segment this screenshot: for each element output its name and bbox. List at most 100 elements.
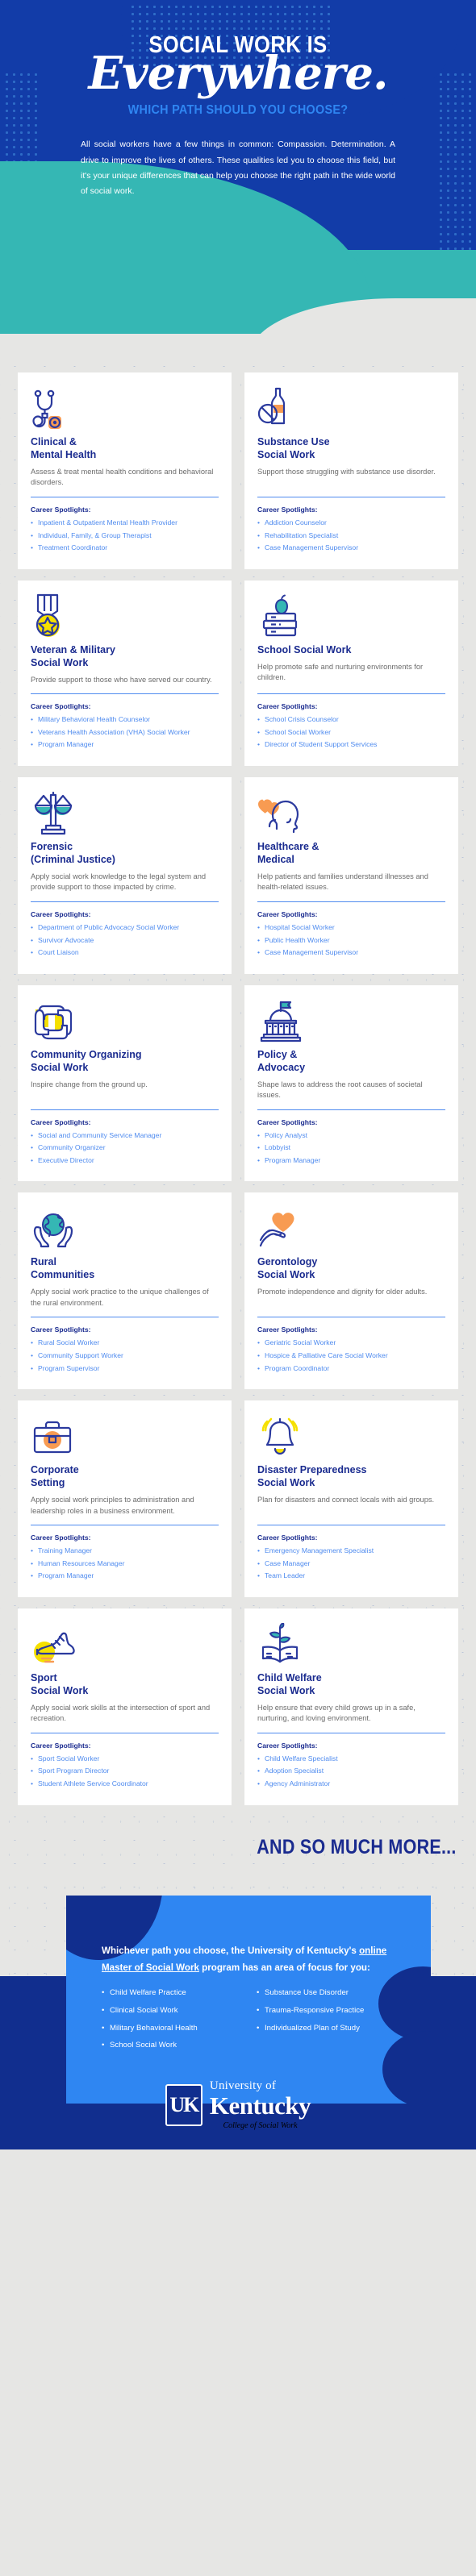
career-spotlight-item: Program Manager	[31, 740, 219, 750]
career-card-divider	[257, 693, 445, 695]
career-spotlight-item: School Crisis Counselor	[257, 715, 445, 725]
cta-focus-item: Individualized Plan of Study	[257, 2024, 403, 2033]
career-card-title: Veteran & Military Social Work	[31, 643, 115, 668]
career-card[interactable]: Gerontology Social Work Promote independe…	[244, 1192, 458, 1390]
career-card-title: Substance Use Social Work	[257, 436, 330, 460]
career-card[interactable]: Forensic (Criminal Justice) Apply social …	[18, 776, 232, 974]
uk-monogram-icon: UK	[165, 2083, 203, 2126]
career-card-description: Inspire change from the ground up.	[31, 1080, 148, 1088]
cta-focus-item: Clinical Social Work	[102, 2006, 248, 2016]
career-card-divider	[257, 901, 445, 902]
career-card-description: Plan for disasters and connect locals wi…	[257, 1496, 435, 1504]
cta-focus-item: Substance Use Disorder	[257, 1989, 403, 1998]
hero-content: SOCIAL WORK IS Everywhere. WHICH PATH SH…	[0, 0, 476, 200]
career-card-grid: Clinical & Mental Health Assess & treat m…	[18, 372, 458, 1805]
career-card-title: School Social Work	[257, 643, 352, 655]
career-card-description: Shape laws to address the root causes of…	[257, 1080, 423, 1100]
career-card[interactable]: Corporate Setting Apply social work princ…	[18, 1400, 232, 1597]
cta-focus-item: Trauma-Responsive Practice	[257, 2006, 403, 2016]
interlocking-hands-icon	[31, 998, 219, 1043]
career-spotlight-item: Emergency Management Specialist	[257, 1546, 445, 1556]
career-card-title: Gerontology Social Work	[257, 1256, 318, 1281]
career-spotlight-item: Team Leader	[257, 1571, 445, 1581]
career-card[interactable]: Sport Social Work Apply social work skill…	[18, 1608, 232, 1805]
career-spotlights-list: School Crisis Counselor School Social Wor…	[257, 715, 445, 753]
career-card[interactable]: Policy & Advocacy Shape laws to address t…	[244, 984, 458, 1182]
cta-headline-after: program has an area of focus for you:	[198, 1962, 370, 1973]
career-spotlights-label: Career Spotlights:	[31, 702, 91, 711]
career-card-description: Help promote safe and nurturing environm…	[257, 662, 424, 682]
and-so-much-more-band: AND SO MUCH MORE...	[0, 1805, 476, 1891]
career-spotlight-item: Department of Public Advocacy Social Wor…	[31, 923, 219, 933]
career-spotlights-label: Career Spotlights:	[257, 1325, 318, 1334]
career-card[interactable]: Substance Use Social Work Support those s…	[244, 372, 458, 569]
career-card[interactable]: Child Welfare Social Work Help ensure tha…	[244, 1608, 458, 1805]
career-spotlight-item: Hospice & Palliative Care Social Worker	[257, 1351, 445, 1361]
career-card-divider	[31, 901, 219, 902]
hand-holding-heart-icon	[257, 1205, 445, 1251]
career-spotlight-item: Adoption Specialist	[257, 1767, 445, 1776]
career-card[interactable]: Clinical & Mental Health Assess & treat m…	[18, 372, 232, 569]
career-card-description: Promote independence and dignity for old…	[257, 1288, 428, 1296]
career-card-description: Provide support to those who have served…	[31, 675, 212, 684]
career-spotlights-label: Career Spotlights:	[31, 1741, 91, 1750]
career-spotlight-item: Case Management Supervisor	[257, 948, 445, 958]
career-card[interactable]: School Social Work Help promote safe and …	[244, 580, 458, 766]
career-card-title: Child Welfare Social Work	[257, 1671, 322, 1696]
career-card[interactable]: Healthcare & Medical Help patients and fa…	[244, 776, 458, 974]
career-card-title: Policy & Advocacy	[257, 1048, 306, 1073]
cta-focus-areas: Child Welfare Practice Clinical Social Wo…	[102, 1989, 403, 2058]
career-card-title: Sport Social Work	[31, 1671, 89, 1696]
cta-focus-item: Child Welfare Practice	[102, 1989, 248, 1998]
career-paths-section: Clinical & Mental Health Assess & treat m…	[0, 355, 476, 1805]
military-medal-icon	[31, 593, 219, 639]
career-spotlights-label: Career Spotlights:	[257, 702, 318, 711]
career-card[interactable]: Veteran & Military Social Work Provide su…	[18, 580, 232, 766]
cta-focus-item: Military Behavioral Health	[102, 2024, 248, 2033]
capitol-building-icon	[257, 998, 445, 1043]
career-card-description: Apply social work skills at the intersec…	[31, 1703, 211, 1723]
career-spotlights-list: Addiction Counselor Rehabilitation Specia…	[257, 518, 445, 556]
career-spotlight-item: Sport Social Worker	[31, 1754, 219, 1764]
career-spotlights-list: Rural Social Worker Community Support Wor…	[31, 1338, 219, 1376]
career-spotlight-item: Lobbyist	[257, 1143, 445, 1153]
career-spotlight-item: Individual, Family, & Group Therapist	[31, 531, 219, 541]
career-spotlights-list: Department of Public Advocacy Social Wor…	[31, 923, 219, 961]
career-spotlights-list: Geriatric Social Worker Hospice & Palliat…	[257, 1338, 445, 1376]
career-spotlight-item: Rehabilitation Specialist	[257, 531, 445, 541]
career-card-title: Rural Communities	[31, 1256, 95, 1281]
career-spotlight-item: Public Health Worker	[257, 936, 445, 946]
head-heart-icon	[257, 790, 445, 835]
career-card-description: Help ensure that every child grows up in…	[257, 1703, 415, 1723]
hero-headline-line1: SOCIAL WORK IS	[148, 32, 328, 58]
cta-focus-column-right: Substance Use Disorder Trauma-Responsive …	[257, 1989, 403, 2058]
career-card-description: Assess & treat mental health conditions …	[31, 468, 214, 487]
career-spotlight-item: Sport Program Director	[31, 1767, 219, 1776]
career-card-divider	[31, 1109, 219, 1110]
career-spotlight-item: Rural Social Worker	[31, 1338, 219, 1348]
career-spotlights-label: Career Spotlights:	[31, 1117, 91, 1126]
career-spotlight-item: Executive Director	[31, 1156, 219, 1166]
career-spotlights-list: Military Behavioral Health Counselor Vete…	[31, 715, 219, 753]
career-card-description: Apply social work principles to administ…	[31, 1496, 194, 1515]
career-spotlight-item: Program Coordinator	[257, 1364, 445, 1374]
career-spotlight-item: Director of Student Support Services	[257, 740, 445, 750]
cta-focus-item: School Social Work	[102, 2041, 248, 2050]
career-spotlights-label: Career Spotlights:	[257, 505, 318, 514]
career-card[interactable]: Community Organizing Social Work Inspire …	[18, 984, 232, 1182]
career-spotlights-label: Career Spotlights:	[257, 909, 318, 918]
career-spotlight-item: Community Organizer	[31, 1143, 219, 1153]
career-card[interactable]: Rural Communities Apply social work pract…	[18, 1192, 232, 1390]
running-shoe-icon	[31, 1621, 219, 1667]
career-card[interactable]: Disaster Preparedness Social Work Plan fo…	[244, 1400, 458, 1597]
career-spotlight-item: Social and Community Service Manager	[31, 1131, 219, 1141]
career-spotlights-list: Social and Community Service Manager Comm…	[31, 1131, 219, 1169]
career-spotlight-item: Student Athlete Service Coordinator	[31, 1779, 219, 1789]
hero-subtitle: WHICH PATH SHOULD YOU CHOOSE?	[127, 103, 349, 118]
career-spotlight-item: Geriatric Social Worker	[257, 1338, 445, 1348]
stethoscope-icon	[31, 385, 219, 431]
career-spotlight-item: Survivor Advocate	[31, 936, 219, 946]
career-spotlight-item: Case Manager	[257, 1559, 445, 1569]
hero-banner: SOCIAL WORK IS Everywhere. WHICH PATH SH…	[0, 0, 476, 355]
cta-headline: Whichever path you choose, the Universit…	[102, 1942, 403, 1977]
